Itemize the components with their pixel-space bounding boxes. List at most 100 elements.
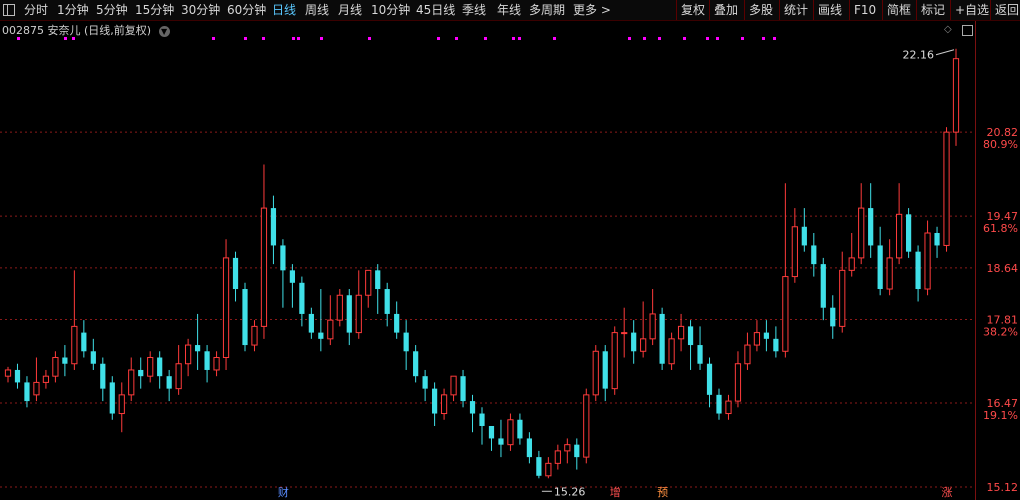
- signal-dot: [518, 37, 521, 40]
- candle-body: [896, 213, 903, 259]
- toolbar-right-item-1[interactable]: 叠加: [709, 0, 738, 20]
- candle-body: [42, 375, 50, 383]
- candle-body: [952, 58, 960, 133]
- candlestick-chart[interactable]: 20.8280.9%19.4761.8%18.6417.8138.2%16.47…: [0, 0, 1020, 500]
- toolbar-item-6[interactable]: 日线: [272, 0, 296, 20]
- candle-body: [52, 357, 59, 377]
- toolbar-right-item-6[interactable]: 简框: [882, 0, 911, 20]
- candle-body: [592, 350, 599, 396]
- event-marker[interactable]: 涨: [941, 486, 954, 499]
- candle-body: [299, 282, 305, 314]
- toolbar-right-item-0[interactable]: 复权: [676, 0, 705, 20]
- diamond-icon[interactable]: ◇: [944, 24, 952, 35]
- candle-body: [308, 313, 314, 333]
- high-arrow: [935, 49, 955, 56]
- candle-body: [734, 363, 742, 402]
- signal-dot: [762, 37, 765, 40]
- toolbar-right-item-2[interactable]: 多股: [744, 0, 773, 20]
- stock-code: 002875: [2, 24, 44, 37]
- candle-body: [109, 382, 115, 414]
- candle-body: [251, 325, 258, 346]
- signal-dot: [262, 37, 265, 40]
- toolbar-right-item-4[interactable]: 画线: [813, 0, 842, 20]
- candle-body: [71, 325, 78, 365]
- candle-body: [725, 400, 732, 415]
- toolbar-item-8[interactable]: 月线: [338, 0, 362, 20]
- toolbar-right-item-5[interactable]: F10: [849, 0, 876, 20]
- candle-body: [33, 381, 40, 396]
- toolbar-right-item-8[interactable]: +自选: [950, 0, 989, 20]
- menu-icon[interactable]: [3, 4, 15, 16]
- candle-body: [583, 394, 590, 458]
- toolbar-item-2[interactable]: 5分钟: [96, 0, 128, 20]
- candle-body: [24, 382, 30, 402]
- candle-body: [260, 207, 268, 327]
- signal-dot: [484, 37, 487, 40]
- toolbar-item-3[interactable]: 15分钟: [135, 0, 174, 20]
- toolbar-item-4[interactable]: 30分钟: [181, 0, 220, 20]
- candle-body: [62, 357, 68, 364]
- signal-dot: [320, 37, 323, 40]
- toolbar-right-item-7[interactable]: 标记: [916, 0, 945, 20]
- candle-body: [943, 131, 950, 246]
- toolbar-item-14[interactable]: 更多 >: [573, 0, 611, 20]
- candle-body: [346, 295, 352, 333]
- toolbar-item-0[interactable]: 分时: [24, 0, 48, 20]
- candle-body: [934, 232, 940, 246]
- toolbar-item-10[interactable]: 45日线: [416, 0, 455, 20]
- candle-body: [773, 338, 779, 352]
- candle-body: [640, 338, 647, 352]
- event-marker[interactable]: 财: [277, 486, 290, 499]
- candle-body: [469, 401, 476, 414]
- low-annotation: 15.26: [554, 485, 586, 498]
- event-marker[interactable]: 增: [609, 486, 622, 499]
- candle-body: [128, 369, 135, 396]
- candle-body: [479, 413, 485, 426]
- toolbar-item-12[interactable]: 年线: [497, 0, 521, 20]
- candle-body: [422, 376, 428, 389]
- window-toggle-icon[interactable]: [962, 25, 973, 36]
- candle-body: [820, 264, 826, 308]
- period-toolbar: 分时 1分钟 5分钟 15分钟 30分钟 60分钟 日线 周线 月线 10分钟 45日线 季线 年线 多周…: [0, 0, 1020, 21]
- candle-body: [924, 232, 931, 290]
- candle-body: [839, 269, 846, 327]
- candle-body: [175, 363, 182, 390]
- candle-body: [791, 226, 798, 278]
- event-marker[interactable]: 预: [656, 486, 669, 499]
- signal-dot: [244, 37, 247, 40]
- candle-body: [526, 438, 533, 458]
- candle-body: [716, 394, 722, 414]
- candle-body: [213, 357, 220, 371]
- toolbar-item-9[interactable]: 10分钟: [371, 0, 410, 20]
- candle-body: [621, 332, 628, 335]
- candle-body: [185, 344, 192, 365]
- candle-body: [194, 345, 201, 352]
- toolbar-right-item-3[interactable]: 统计: [779, 0, 808, 20]
- candle-body: [336, 294, 343, 321]
- candle-body: [450, 375, 457, 396]
- signal-dot: [706, 37, 709, 40]
- candle-body: [440, 394, 448, 415]
- signal-dot: [741, 37, 744, 40]
- candle-body: [668, 338, 675, 365]
- toolbar-item-13[interactable]: 多周期: [529, 0, 565, 20]
- candle-body: [14, 369, 21, 383]
- toolbar-item-7[interactable]: 周线: [305, 0, 329, 20]
- toolbar-item-11[interactable]: 季线: [462, 0, 486, 20]
- signal-dot: [368, 37, 371, 40]
- toolbar-right-item-9[interactable]: 返回: [990, 0, 1019, 20]
- candle-body: [81, 332, 87, 352]
- candle-body: [384, 289, 390, 314]
- candle-body: [744, 344, 751, 365]
- candle-body: [90, 351, 96, 364]
- candle-body: [659, 313, 665, 364]
- candle-body: [100, 363, 106, 389]
- candle-body: [868, 208, 874, 246]
- chevron-down-icon[interactable]: ▼: [158, 25, 170, 37]
- signal-dot: [683, 37, 686, 40]
- price-mode[interactable]: (日线,前复权): [84, 24, 151, 37]
- toolbar-item-5[interactable]: 60分钟: [227, 0, 266, 20]
- toolbar-item-1[interactable]: 1分钟: [57, 0, 89, 20]
- percent-label: 19.1%: [983, 409, 1018, 422]
- candle-body: [706, 363, 713, 395]
